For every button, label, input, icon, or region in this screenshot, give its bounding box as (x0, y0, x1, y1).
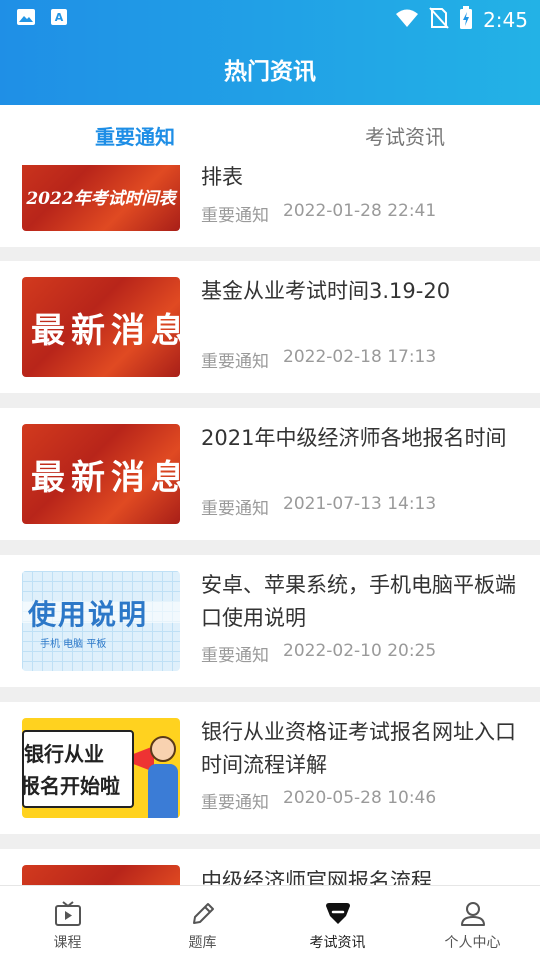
article-meta: 重要通知 2022-01-28 22:41 (201, 201, 436, 226)
play-tv-icon (54, 901, 81, 926)
article-title: 基金从业考试时间3.19-20 (201, 279, 451, 303)
nav-label: 考试资讯 (309, 935, 366, 951)
tab-bar: 重要通知 考试资讯 (0, 105, 540, 165)
thumbnail-text: 银行从业 (24, 742, 104, 766)
article-datetime: 2022-02-10 20:25 (283, 641, 437, 661)
nav-exam-news[interactable]: 考试资讯 (270, 886, 405, 960)
thumbnail-text: 使用说明 (28, 598, 149, 631)
article-meta: 重要通知 2022-02-18 17:13 (201, 347, 436, 372)
thumbnail-subtext: 手机 电脑 平板 (40, 639, 107, 650)
wifi-icon (395, 8, 419, 32)
gallery-icon (16, 8, 36, 30)
tab-exam-news[interactable]: 考试资讯 (270, 105, 540, 165)
list-item[interactable]: 使用说明 手机 电脑 平板 安卓、苹果系统，手机电脑平板端口使用说明 重要通知 … (0, 555, 540, 687)
list-item[interactable]: 中级经济师官网报名流程 (0, 849, 540, 885)
article-datetime: 2022-02-18 17:13 (283, 347, 437, 367)
article-list[interactable]: 2022年考试时间表 排表 重要通知 2022-01-28 22:41 最新消息… (0, 165, 540, 885)
article-thumbnail: 使用说明 手机 电脑 平板 (22, 571, 180, 671)
pencil-icon (192, 903, 214, 924)
nav-profile[interactable]: 个人中心 (405, 886, 540, 960)
article-category: 重要通知 (201, 646, 269, 666)
article-meta: 重要通知 2021-07-13 14:13 (201, 494, 436, 519)
article-thumbnail: 最新消息 (22, 424, 180, 524)
user-icon (460, 902, 485, 926)
article-thumbnail: 银行从业 报名开始啦 (22, 718, 180, 818)
page-title: 热门资讯 (224, 59, 316, 85)
clock: 2:45 (483, 8, 528, 32)
keyboard-a-icon: A (50, 8, 68, 30)
article-meta: 重要通知 2020-05-28 10:46 (201, 788, 436, 813)
article-thumbnail: 2022年考试时间表 (22, 165, 180, 231)
thumbnail-text: 最新消息 (31, 457, 180, 498)
article-category: 重要通知 (201, 206, 269, 226)
article-datetime: 2022-01-28 22:41 (283, 201, 437, 221)
article-title: 银行从业资格证考试报名网址入口时间流程详解 (201, 720, 516, 777)
app-header: A 2:45 热门资讯 (0, 0, 540, 105)
article-datetime: 2020-05-28 10:46 (283, 788, 437, 808)
nav-label: 题库 (188, 935, 217, 951)
nav-label: 课程 (53, 935, 82, 951)
list-item[interactable]: 2022年考试时间表 排表 重要通知 2022-01-28 22:41 (0, 165, 540, 247)
list-item[interactable]: 最新消息 基金从业考试时间3.19-20 重要通知 2022-02-18 17:… (0, 261, 540, 393)
article-title: 2021年中级经济师各地报名时间 (201, 426, 507, 450)
list-item[interactable]: 银行从业 报名开始啦 银行从业资格证考试报名网址入口时间流程详解 重要通知 20… (0, 702, 540, 834)
thumbnail-text: 报名开始啦 (22, 774, 120, 798)
article-thumbnail: 最新消息 (22, 277, 180, 377)
article-category: 重要通知 (201, 499, 269, 519)
article-title: 安卓、苹果系统，手机电脑平板端口使用说明 (201, 573, 516, 630)
status-bar: A 2:45 (0, 0, 540, 36)
article-title: 中级经济师官网报名流程 (201, 869, 432, 885)
svg-text:A: A (55, 11, 64, 24)
nav-label: 个人中心 (444, 935, 501, 951)
article-datetime: 2021-07-13 14:13 (283, 494, 437, 514)
battery-charging-icon (459, 6, 473, 34)
list-item[interactable]: 最新消息 2021年中级经济师各地报名时间 重要通知 2021-07-13 14… (0, 408, 540, 540)
bottom-navigation: 课程 题库 考试资讯 个人中心 (0, 885, 540, 960)
article-thumbnail (22, 865, 180, 885)
tab-important-notice[interactable]: 重要通知 (0, 105, 270, 165)
nav-question-bank[interactable]: 题库 (135, 886, 270, 960)
thumbnail-text: 2022年考试时间表 (26, 188, 176, 209)
no-sim-icon (429, 7, 449, 33)
article-title: 排表 (201, 165, 243, 189)
thumbnail-text: 最新消息 (31, 310, 180, 351)
news-badge-icon (325, 903, 350, 924)
article-category: 重要通知 (201, 793, 269, 813)
nav-courses[interactable]: 课程 (0, 886, 135, 960)
article-meta: 重要通知 2022-02-10 20:25 (201, 641, 436, 666)
article-category: 重要通知 (201, 352, 269, 372)
